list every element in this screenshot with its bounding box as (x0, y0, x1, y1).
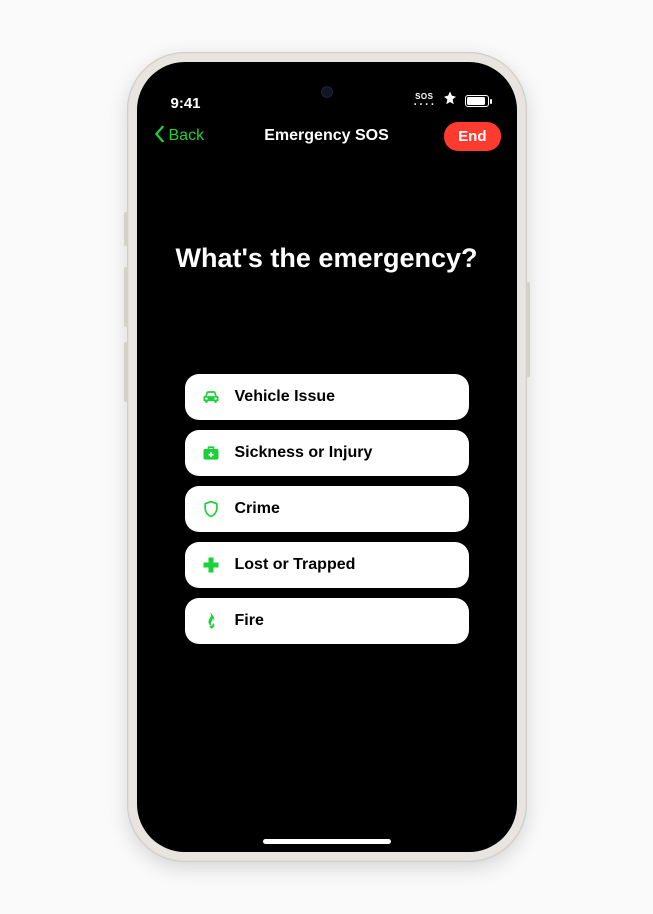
medkit-icon (201, 443, 221, 463)
sos-indicator: SOS • • • • (414, 93, 434, 109)
option-crime[interactable]: Crime (185, 486, 469, 532)
camera-dot (321, 86, 333, 98)
satellite-icon (441, 90, 459, 112)
chevron-left-icon (153, 125, 167, 148)
plus-icon (201, 555, 221, 575)
side-button (124, 342, 128, 402)
back-label: Back (169, 127, 205, 145)
phone-frame: 9:41 SOS • • • • Back Emergency SOS (127, 52, 527, 862)
side-button (124, 212, 128, 246)
page-heading: What's the emergency? (165, 242, 489, 274)
option-vehicle[interactable]: Vehicle Issue (185, 374, 469, 420)
status-right: SOS • • • • (414, 90, 488, 112)
option-label: Vehicle Issue (235, 388, 336, 406)
screen: 9:41 SOS • • • • Back Emergency SOS (137, 62, 517, 852)
nav-bar: Back Emergency SOS End (137, 116, 517, 156)
content: What's the emergency? Vehicle Issue Sick… (137, 156, 517, 852)
back-button[interactable]: Back (153, 125, 205, 148)
option-label: Lost or Trapped (235, 556, 356, 574)
flame-icon (201, 611, 221, 631)
home-indicator[interactable] (263, 839, 391, 844)
side-button (124, 267, 128, 327)
option-fire[interactable]: Fire (185, 598, 469, 644)
battery-icon (465, 95, 489, 107)
nav-title: Emergency SOS (264, 127, 389, 145)
status-time: 9:41 (171, 95, 201, 112)
option-label: Sickness or Injury (235, 444, 373, 462)
dynamic-island (268, 76, 386, 108)
options-list: Vehicle Issue Sickness or Injury Crime (165, 374, 489, 644)
end-button[interactable]: End (444, 122, 500, 151)
car-icon (201, 387, 221, 407)
shield-icon (201, 499, 221, 519)
option-sickness[interactable]: Sickness or Injury (185, 430, 469, 476)
option-lost[interactable]: Lost or Trapped (185, 542, 469, 588)
side-button (526, 282, 530, 377)
option-label: Crime (235, 500, 280, 518)
option-label: Fire (235, 612, 264, 630)
